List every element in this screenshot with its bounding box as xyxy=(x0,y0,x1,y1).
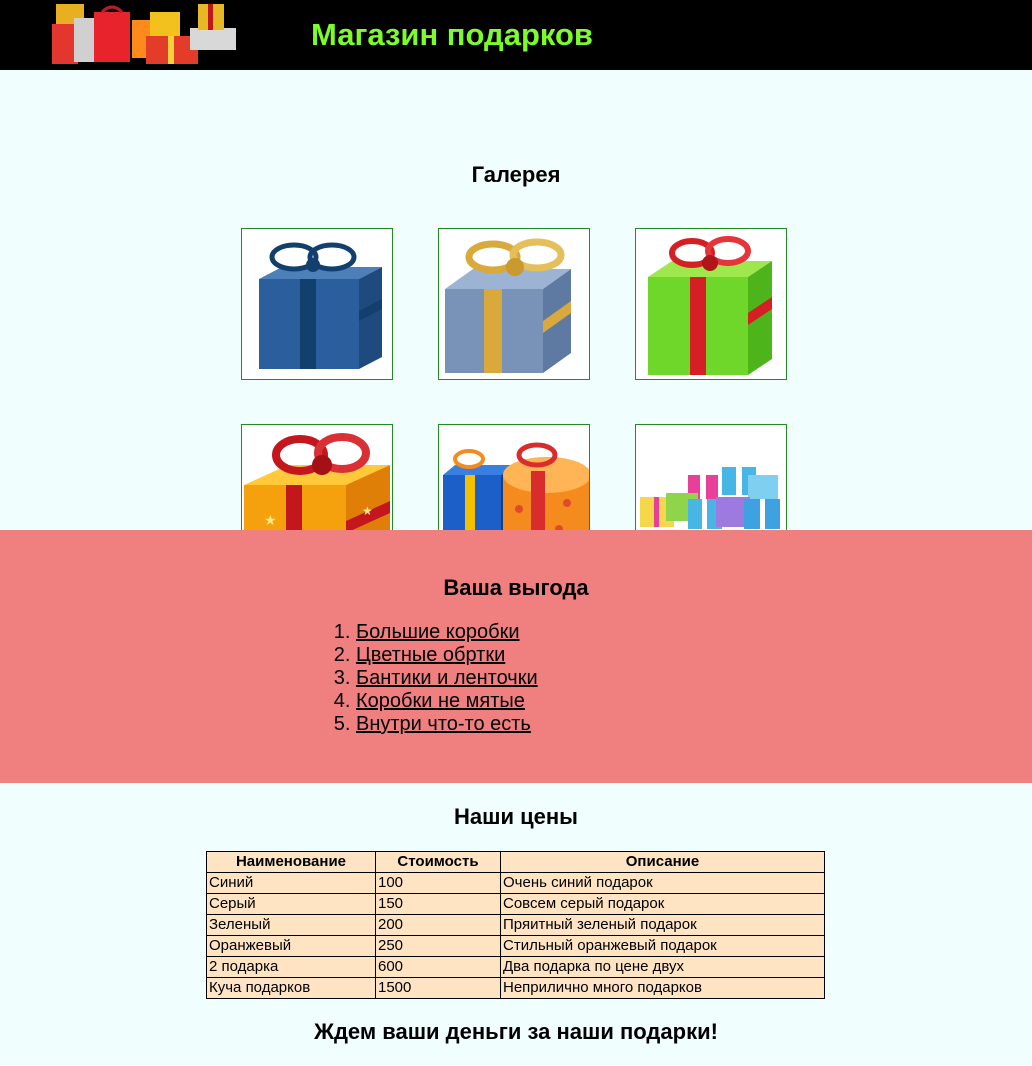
gallery-item[interactable] xyxy=(241,228,393,380)
benefit-link[interactable]: Коробки не мятые xyxy=(356,690,525,712)
list-item: Внутри что-то есть xyxy=(356,713,538,736)
table-cell: 100 xyxy=(375,872,501,894)
benefit-link[interactable]: Бантики и ленточки xyxy=(356,667,538,689)
gift-bags-logo-icon xyxy=(52,4,236,64)
table-row: Оранжевый 250 Стильный оранжевый подарок xyxy=(206,935,825,957)
table-cell: Неприлично много подарков xyxy=(500,977,825,999)
list-item: Цветные обртки xyxy=(356,644,538,667)
benefit-link[interactable]: Внутри что-то есть xyxy=(356,713,531,735)
table-cell: 1500 xyxy=(375,977,501,999)
price-table: Наименование Стоимость Описание Синий 10… xyxy=(206,851,825,999)
green-gift-box-icon xyxy=(648,236,772,375)
svg-text:★: ★ xyxy=(362,504,373,518)
list-item: Большие коробки xyxy=(356,621,538,644)
gallery-title: Галерея xyxy=(471,162,561,187)
svg-text:★: ★ xyxy=(264,512,277,528)
table-cell: 600 xyxy=(375,956,501,978)
table-cell: Два подарка по цене двух xyxy=(500,956,825,978)
blue-gift-box-icon xyxy=(259,242,382,369)
prices-title: Наши цены xyxy=(454,804,578,829)
table-cell: Стильный оранжевый подарок xyxy=(500,935,825,957)
table-cell: 200 xyxy=(375,914,501,936)
list-item: Бантики и ленточки xyxy=(356,667,538,690)
gallery-item[interactable] xyxy=(438,228,590,380)
table-cell: Оранжевый xyxy=(206,935,376,957)
benefit-link[interactable]: Большие коробки xyxy=(356,621,520,643)
table-cell: Зеленый xyxy=(206,914,376,936)
benefits-list: Большие коробки Цветные обртки Бантики и… xyxy=(334,621,538,736)
table-cell: 2 подарка xyxy=(206,956,376,978)
gallery-grid: ★ ★ ★ xyxy=(241,228,787,576)
table-row: Куча подарков 1500 Неприлично много пода… xyxy=(206,977,825,999)
site-header: Магазин подарков xyxy=(0,0,1032,70)
gallery-item[interactable] xyxy=(635,228,787,380)
gallery-section: Галерея ★ ★ xyxy=(0,70,1032,576)
table-row: Зеленый 200 Пряитный зеленый подарок xyxy=(206,914,825,936)
table-cell: Совсем серый подарок xyxy=(500,893,825,915)
column-header: Стоимость xyxy=(375,851,501,873)
column-header: Наименование xyxy=(206,851,376,873)
table-cell: Пряитный зеленый подарок xyxy=(500,914,825,936)
table-row: 2 подарка 600 Два подарка по цене двух xyxy=(206,956,825,978)
table-row: Серый 150 Совсем серый подарок xyxy=(206,893,825,915)
table-cell: Серый xyxy=(206,893,376,915)
gray-blue-gift-box-icon xyxy=(445,238,571,373)
table-row: Синий 100 Очень синий подарок xyxy=(206,872,825,894)
benefits-title: Ваша выгода xyxy=(443,575,589,600)
footer-note: Ждем ваши деньги за наши подарки! xyxy=(314,1019,718,1044)
list-item: Коробки не мятые xyxy=(356,690,538,713)
site-title: Магазин подарков xyxy=(311,17,593,52)
column-header: Описание xyxy=(500,851,825,873)
table-cell: Куча подарков xyxy=(206,977,376,999)
table-header-row: Наименование Стоимость Описание xyxy=(206,851,825,873)
benefit-link[interactable]: Цветные обртки xyxy=(356,644,505,666)
table-cell: Очень синий подарок xyxy=(500,872,825,894)
table-cell: Синий xyxy=(206,872,376,894)
table-cell: 250 xyxy=(375,935,501,957)
table-cell: 150 xyxy=(375,893,501,915)
prices-section: Наши цены Наименование Стоимость Описани… xyxy=(0,783,1032,1066)
benefits-section: Ваша выгода Большие коробки Цветные обрт… xyxy=(0,530,1032,783)
